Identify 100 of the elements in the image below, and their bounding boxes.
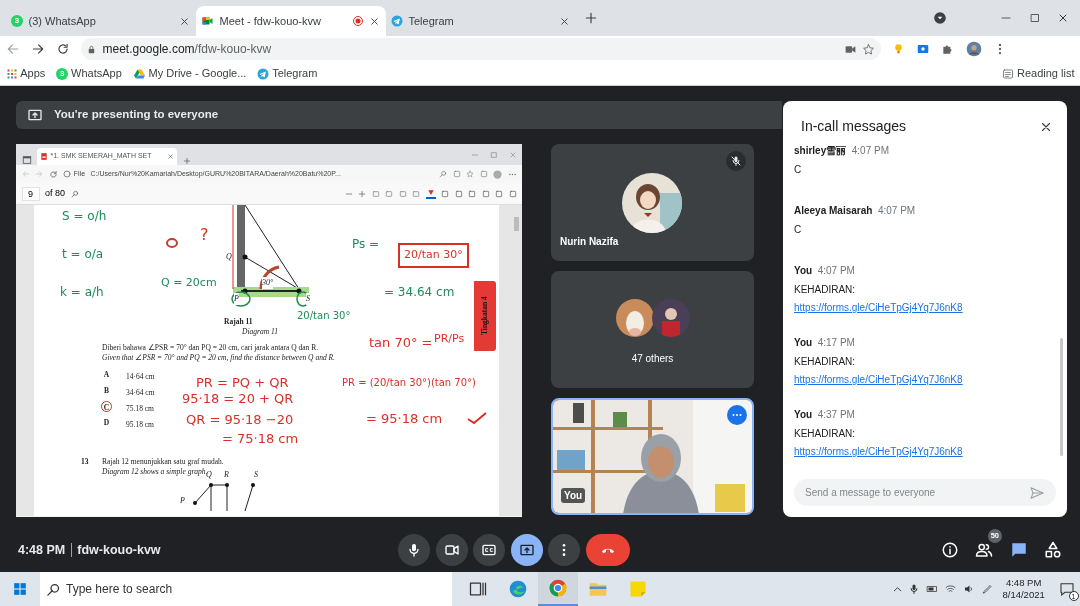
star-icon[interactable] <box>862 42 875 56</box>
close-icon[interactable] <box>369 15 380 27</box>
message-text: KEHADIRAN: <box>794 355 857 369</box>
handwritten-note: = 95·18 cm <box>366 410 443 428</box>
reload-icon[interactable] <box>55 42 70 56</box>
leave-call-button[interactable] <box>585 534 630 566</box>
clock-date: 8/14/2021 <box>1002 589 1045 601</box>
handwritten-note: Ps = <box>352 236 380 253</box>
close-icon[interactable] <box>559 15 570 27</box>
bookmark-link[interactable]: 3 WhatsApp <box>56 65 122 82</box>
wifi-icon[interactable] <box>944 583 958 595</box>
close-icon[interactable] <box>1057 12 1069 24</box>
message-link[interactable]: https://forms.gle/CiHeTpGj4Yq7J6nK8 <box>794 300 963 315</box>
tab-favicon-icon <box>391 15 403 27</box>
message-link[interactable]: https://forms.gle/CiHeTpGj4Yq7J6nK8 <box>794 444 963 459</box>
chat-icon[interactable] <box>1009 541 1028 559</box>
reading-list-link[interactable]: Reading list <box>1002 65 1075 82</box>
captions-button[interactable] <box>473 534 505 566</box>
activities-icon[interactable] <box>1044 541 1062 559</box>
reading-list-icon <box>1002 67 1015 80</box>
diagram-label: 30° <box>262 277 274 289</box>
people-icon[interactable] <box>975 541 993 559</box>
meeting-code: fdw-kouo-kvw <box>77 541 161 559</box>
clock-time: 4:48 PM <box>1005 577 1042 589</box>
graph-label: S <box>254 469 258 481</box>
message-field[interactable]: Send a message to everyone <box>794 479 1056 506</box>
zoom-icon[interactable] <box>439 170 447 178</box>
tab-favicon-icon <box>201 15 214 27</box>
search-field[interactable]: Type here to search <box>40 572 452 606</box>
bookmark-link[interactable]: Telegram <box>257 65 318 82</box>
message-text: C <box>794 163 803 177</box>
diagram-label: Q <box>226 251 232 263</box>
graph-label: Q <box>206 470 212 481</box>
unread-badge: 3 <box>11 15 23 27</box>
info-icon[interactable] <box>940 541 959 559</box>
message-time: 4:07 PM <box>877 204 916 218</box>
message-time: 4:07 PM <box>851 144 889 158</box>
banner-text: You're presenting to everyone <box>54 107 219 123</box>
bookmark-link[interactable]: Apps <box>5 65 46 82</box>
profile-icon[interactable] <box>965 41 982 57</box>
favorites-icon[interactable] <box>466 170 474 178</box>
battery-icon[interactable] <box>925 583 939 595</box>
participant-name: Nurin Nazifa <box>560 235 619 249</box>
others-count: 47 others <box>630 352 675 366</box>
window-icon <box>21 155 32 165</box>
tab-title: Telegram <box>408 13 455 29</box>
browser-tab[interactable]: 3 (3) WhatsApp <box>5 6 196 36</box>
pen-icon[interactable] <box>981 583 995 595</box>
unread-badge: 3 <box>56 67 69 80</box>
cast-icon[interactable] <box>915 42 930 56</box>
new-tab-icon[interactable] <box>182 157 191 165</box>
close-icon[interactable] <box>179 15 190 27</box>
placeholder-text: Send a message to everyone <box>805 486 936 500</box>
scrollbar-thumb[interactable] <box>514 217 519 231</box>
graph-label: R <box>224 469 229 481</box>
browser-icon <box>547 578 568 598</box>
tab-title: Meet - fdw-kouo-kvw <box>219 13 322 29</box>
dropdown-icon[interactable] <box>933 11 947 25</box>
message-sender: You <box>794 264 813 278</box>
url-text: meet.google.com/fdw-kouo-kvw <box>102 41 273 58</box>
message-time: 4:17 PM <box>817 336 855 350</box>
meeting-time: 4:48 PM <box>18 541 66 559</box>
draw-tool-icon[interactable] <box>425 188 436 199</box>
present-screen-icon <box>518 542 535 558</box>
send-icon[interactable] <box>1029 484 1045 501</box>
panel-title: In-call messages <box>801 117 907 136</box>
maximize-icon[interactable] <box>1028 12 1041 24</box>
present-button[interactable] <box>510 534 543 566</box>
zoom-in-icon[interactable] <box>358 189 366 198</box>
handwritten-note: PR = (20/tan 30°)(tan 70°) <box>342 376 476 390</box>
microphone-icon <box>406 542 422 558</box>
forward-icon[interactable] <box>30 42 45 56</box>
new-tab-icon[interactable] <box>583 11 598 25</box>
message-link[interactable]: https://forms.gle/CiHeTpGj4Yq7J6nK8 <box>794 372 963 387</box>
captions-icon <box>481 542 497 558</box>
message-sender: You <box>794 336 813 350</box>
browser-tab[interactable]: Telegram <box>385 6 576 36</box>
notification-icon[interactable] <box>1058 581 1075 597</box>
page-number-field[interactable]: 9 <box>21 186 40 201</box>
tab-title: (3) WhatsApp <box>28 13 97 29</box>
address-bar[interactable]: meet.google.com/fdw-kouo-kvw <box>80 38 881 60</box>
page-count: of 80 <box>45 186 66 200</box>
handwritten-note: Q = 20cm <box>161 275 217 291</box>
pdf-icon <box>39 152 48 161</box>
windows-logo-icon <box>13 582 27 596</box>
camera-button[interactable] <box>435 534 468 566</box>
scrollbar-thumb[interactable] <box>1060 338 1063 456</box>
handwritten-note: 20/tan 30° <box>398 243 469 268</box>
lock-icon <box>86 43 97 55</box>
bookmark-link[interactable]: My Drive - Google... <box>132 65 247 82</box>
back-icon[interactable] <box>5 42 20 56</box>
diagram-label: S <box>306 293 310 305</box>
drive-logo-icon <box>132 67 146 80</box>
more-options-button[interactable] <box>548 534 580 566</box>
graph-label: P <box>180 495 185 507</box>
microphone-button[interactable] <box>398 534 430 566</box>
message-text: KEHADIRAN: <box>794 283 857 297</box>
microphone-icon[interactable] <box>908 583 921 595</box>
browser-tab[interactable]: Meet - fdw-kouo-kvw <box>195 6 386 36</box>
search-icon[interactable] <box>70 189 79 198</box>
